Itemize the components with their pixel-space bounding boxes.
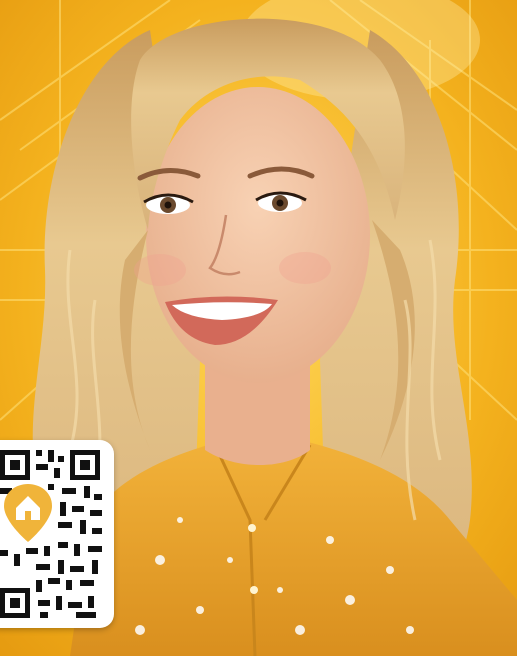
portrait-scene [0, 0, 517, 656]
face [146, 87, 370, 383]
qr-code-icon [0, 450, 102, 620]
qr-code-badge[interactable] [0, 440, 114, 628]
